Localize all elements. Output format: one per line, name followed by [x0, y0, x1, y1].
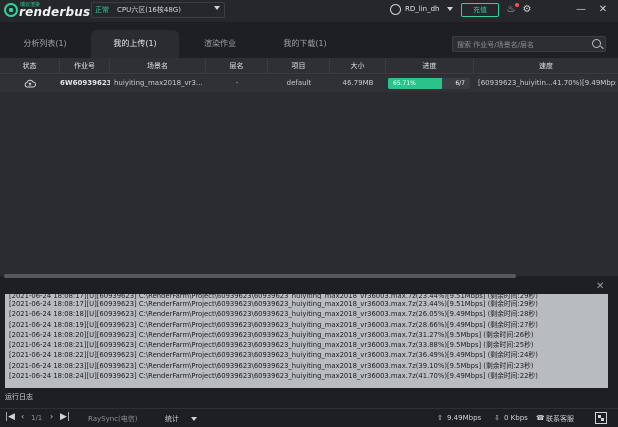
tab-analysis-list[interactable]: 分析列表(1) [8, 30, 82, 58]
log-line: [2021-06-24 18:08:21][U][60939623] C:\Re… [9, 341, 534, 350]
upload-speed-detail: [60939623_huiyitin...41.70%)[9.49Mbps] [478, 79, 616, 87]
progress-percent: 65.71% [393, 80, 416, 87]
headset-icon[interactable]: ☎ [536, 414, 545, 422]
col-project[interactable]: 项目 [268, 58, 330, 74]
prev-page-icon[interactable]: ‹ [21, 412, 24, 421]
stat-dropdown[interactable]: 统计 [165, 414, 179, 424]
search-icon[interactable] [592, 39, 601, 48]
tab-my-downloads[interactable]: 我的下载(1) [268, 30, 342, 58]
file-size: 46.79MB [342, 79, 374, 87]
gear-icon[interactable]: ⚙ [520, 3, 534, 17]
col-size[interactable]: 大小 [330, 58, 386, 74]
title-bar: 瑞云渲染 renderbus 正常 CPU六区(16核48G) RD_lin_d… [0, 0, 618, 22]
page-indicator: 1/1 [31, 414, 43, 422]
minimize-icon[interactable]: — [574, 3, 588, 17]
search-box[interactable]: 搜索 作业号/场景名/层名 [452, 36, 606, 52]
first-page-icon[interactable]: |◀ [5, 412, 15, 422]
log-close-icon[interactable]: ✕ [596, 281, 604, 292]
col-scene[interactable]: 场景名 [110, 58, 206, 74]
run-log-label[interactable]: 运行日志 [5, 392, 33, 402]
brand-name: renderbus [19, 5, 91, 19]
log-line: [2021-06-24 18:08:19][U][60939623] C:\Re… [9, 320, 538, 329]
cloud-upload-icon [24, 79, 36, 88]
col-status[interactable]: 状态 [0, 58, 60, 74]
table-row[interactable]: 6W60939623 huiyiting_max2018_vr3... - de… [0, 75, 618, 92]
log-line: [2021-06-24 18:08:24][U][60939623] C:\Re… [9, 372, 538, 381]
scene-name: huiyiting_max2018_vr3... [114, 79, 203, 87]
progress-count: 6/7 [455, 80, 465, 87]
log-panel: ✕ [2021-06-24 18:08:17][U][60939623] C:\… [0, 280, 618, 389]
tab-my-uploads[interactable]: 我的上传(1) [91, 30, 179, 58]
upload-speed: 9.49Mbps [447, 414, 482, 422]
col-progress[interactable]: 进度 [386, 58, 474, 74]
notification-dot [515, 3, 519, 7]
log-line: [2021-06-24 18:08:20][U][60939623] C:\Re… [9, 330, 534, 339]
col-job-id[interactable]: 作业号 [60, 58, 110, 74]
log-line: [2021-06-24 18:08:23][U][60939623] C:\Re… [9, 361, 534, 370]
user-menu-chevron-icon[interactable] [447, 7, 453, 11]
tab-render-jobs[interactable]: 渲染作业 [185, 30, 255, 58]
search-input[interactable]: 搜索 作业号/场景名/层名 [457, 40, 534, 50]
raysync-line[interactable]: RaySync(电信) [88, 414, 137, 424]
layer-name: - [235, 79, 239, 87]
last-page-icon[interactable]: ▶| [60, 412, 70, 422]
upload-progress-bar: 65.71% 6/7 [388, 78, 470, 89]
user-avatar-icon[interactable] [390, 4, 401, 15]
log-line: [2021-06-24 18:08:17][U][60939623] C:\Re… [9, 300, 538, 308]
download-speed: 0 Kbps [504, 414, 528, 422]
download-arrow-icon: ⇩ [494, 414, 500, 422]
col-layer[interactable]: 层名 [206, 58, 268, 74]
log-line: [2021-06-24 18:08:18][U][60939623] C:\Re… [9, 310, 538, 319]
log-output[interactable]: [2021-06-24 18:08:17][U][60939623] C:\Re… [5, 294, 608, 388]
contact-support-button[interactable]: 联系客服 [546, 414, 574, 424]
node-name-label: CPU六区(16核48G) [117, 6, 181, 14]
project-name: default [286, 79, 312, 87]
renderbus-logo-icon [4, 3, 18, 17]
log-toolbar: ✕ [0, 280, 618, 294]
tab-bar: 分析列表(1) 我的上传(1) 渲染作业 我的下载(1) 搜索 作业号/场景名/… [0, 28, 618, 58]
horizontal-scrollbar[interactable] [4, 274, 516, 278]
close-icon[interactable]: ✕ [596, 3, 610, 17]
col-speed[interactable]: 速度 [474, 58, 618, 74]
job-id: 6W60939623 [60, 79, 110, 87]
next-page-icon[interactable]: › [50, 412, 53, 421]
upload-table: 状态 作业号 场景名 层名 项目 大小 进度 速度 6W60939623 hui… [0, 58, 618, 278]
qr-code-icon[interactable] [595, 412, 607, 424]
node-status-label: 正常 [95, 6, 109, 14]
status-bar: |◀ ‹ 1/1 › ▶| RaySync(电信) 统计 ⇧ 9.49Mbps … [0, 408, 618, 427]
chevron-down-icon[interactable] [191, 417, 197, 421]
upload-arrow-icon: ⇧ [437, 414, 443, 422]
chevron-down-icon[interactable] [214, 6, 220, 10]
log-line: [2021-06-24 18:08:22][U][60939623] C:\Re… [9, 351, 538, 360]
recharge-button[interactable]: 充值 [461, 3, 499, 17]
table-header: 状态 作业号 场景名 层名 项目 大小 进度 速度 [0, 58, 618, 74]
user-name[interactable]: RD_lin_dh [405, 5, 439, 13]
